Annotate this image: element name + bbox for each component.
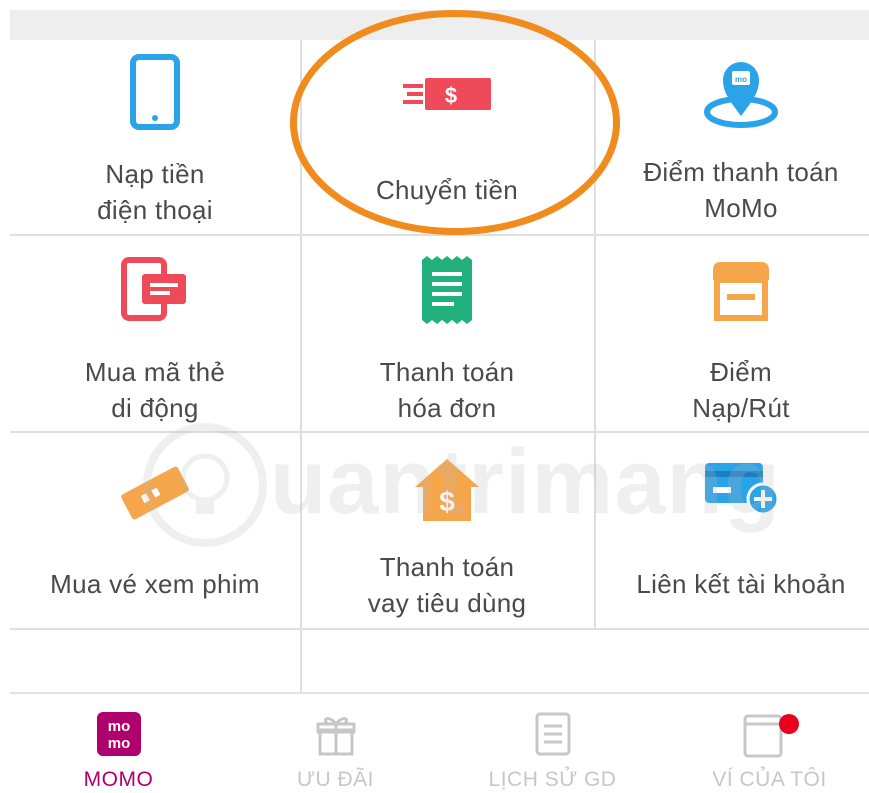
- tab-label: VÍ CỦA TÔI: [712, 768, 827, 791]
- money-transfer-icon: $: [403, 78, 491, 110]
- svg-text:mo: mo: [735, 75, 747, 84]
- ticket-icon: [121, 466, 189, 520]
- momo-logo-icon: mo mo: [96, 712, 141, 756]
- services-grid: Nạp tiền điện thoại $ Chuyển tiền mo Điểm…: [10, 40, 869, 692]
- tab-history[interactable]: LỊCH SỬ GD: [444, 694, 661, 793]
- grid-divider: [300, 628, 302, 692]
- house-dollar-icon: $: [415, 459, 479, 521]
- card-add-icon: [705, 463, 780, 516]
- history-icon: [535, 712, 570, 756]
- service-label: Nạp tiền điện thoại: [97, 159, 213, 225]
- wallet-icon: [743, 714, 799, 758]
- service-movie-tickets[interactable]: Mua vé xem phim: [10, 433, 300, 629]
- map-pin-icon: mo: [704, 62, 778, 128]
- svg-text:$: $: [445, 83, 457, 108]
- svg-text:$: $: [439, 486, 455, 517]
- service-label: Chuyển tiền: [375, 175, 519, 205]
- service-payment-points[interactable]: mo Điểm thanh toán MoMo: [596, 40, 869, 236]
- gift-icon: [316, 717, 355, 756]
- mobile-card-icon: [121, 257, 186, 321]
- service-label: Thanh toán vay tiêu dùng: [367, 552, 527, 618]
- tab-momo[interactable]: mo mo MOMO: [10, 694, 227, 793]
- tab-label: LỊCH SỬ GD: [488, 768, 617, 791]
- service-transfer[interactable]: $ Chuyển tiền: [302, 40, 592, 236]
- tab-offers[interactable]: ƯU ĐÃI: [227, 694, 444, 793]
- bottom-tab-bar: mo mo MOMO ƯU ĐÃI LỊCH SỬ GD VÍ CỦA TÔI: [0, 694, 869, 793]
- service-label: Thanh toán hóa đơn: [379, 357, 515, 423]
- service-cash-points[interactable]: Điểm Nạp/Rút: [596, 236, 869, 432]
- notification-dot: [778, 714, 799, 734]
- tab-my-wallet[interactable]: VÍ CỦA TÔI: [661, 694, 869, 793]
- service-pay-bills[interactable]: Thanh toán hóa đơn: [302, 236, 592, 432]
- bill-icon: [422, 256, 472, 324]
- service-consumer-loan[interactable]: $ Thanh toán vay tiêu dùng: [302, 433, 592, 629]
- service-label: Mua vé xem phim: [50, 569, 260, 599]
- service-mobile-card[interactable]: Mua mã thẻ di động: [10, 236, 300, 432]
- service-label: Liên kết tài khoản: [636, 569, 846, 599]
- tab-label: ƯU ĐÃI: [297, 768, 374, 791]
- svg-text:mo: mo: [107, 735, 130, 752]
- top-bar: [10, 10, 869, 40]
- tab-label: MOMO: [83, 768, 154, 791]
- service-label: Mua mã thẻ di động: [84, 357, 226, 423]
- service-link-account[interactable]: Liên kết tài khoản: [596, 433, 869, 629]
- service-label: Điểm thanh toán MoMo: [643, 157, 839, 223]
- phone-icon: [130, 54, 180, 130]
- service-top-up[interactable]: Nạp tiền điện thoại: [10, 40, 300, 236]
- svg-text:mo: mo: [107, 718, 130, 735]
- store-icon: [713, 262, 769, 321]
- service-label: Điểm Nạp/Rút: [692, 357, 790, 423]
